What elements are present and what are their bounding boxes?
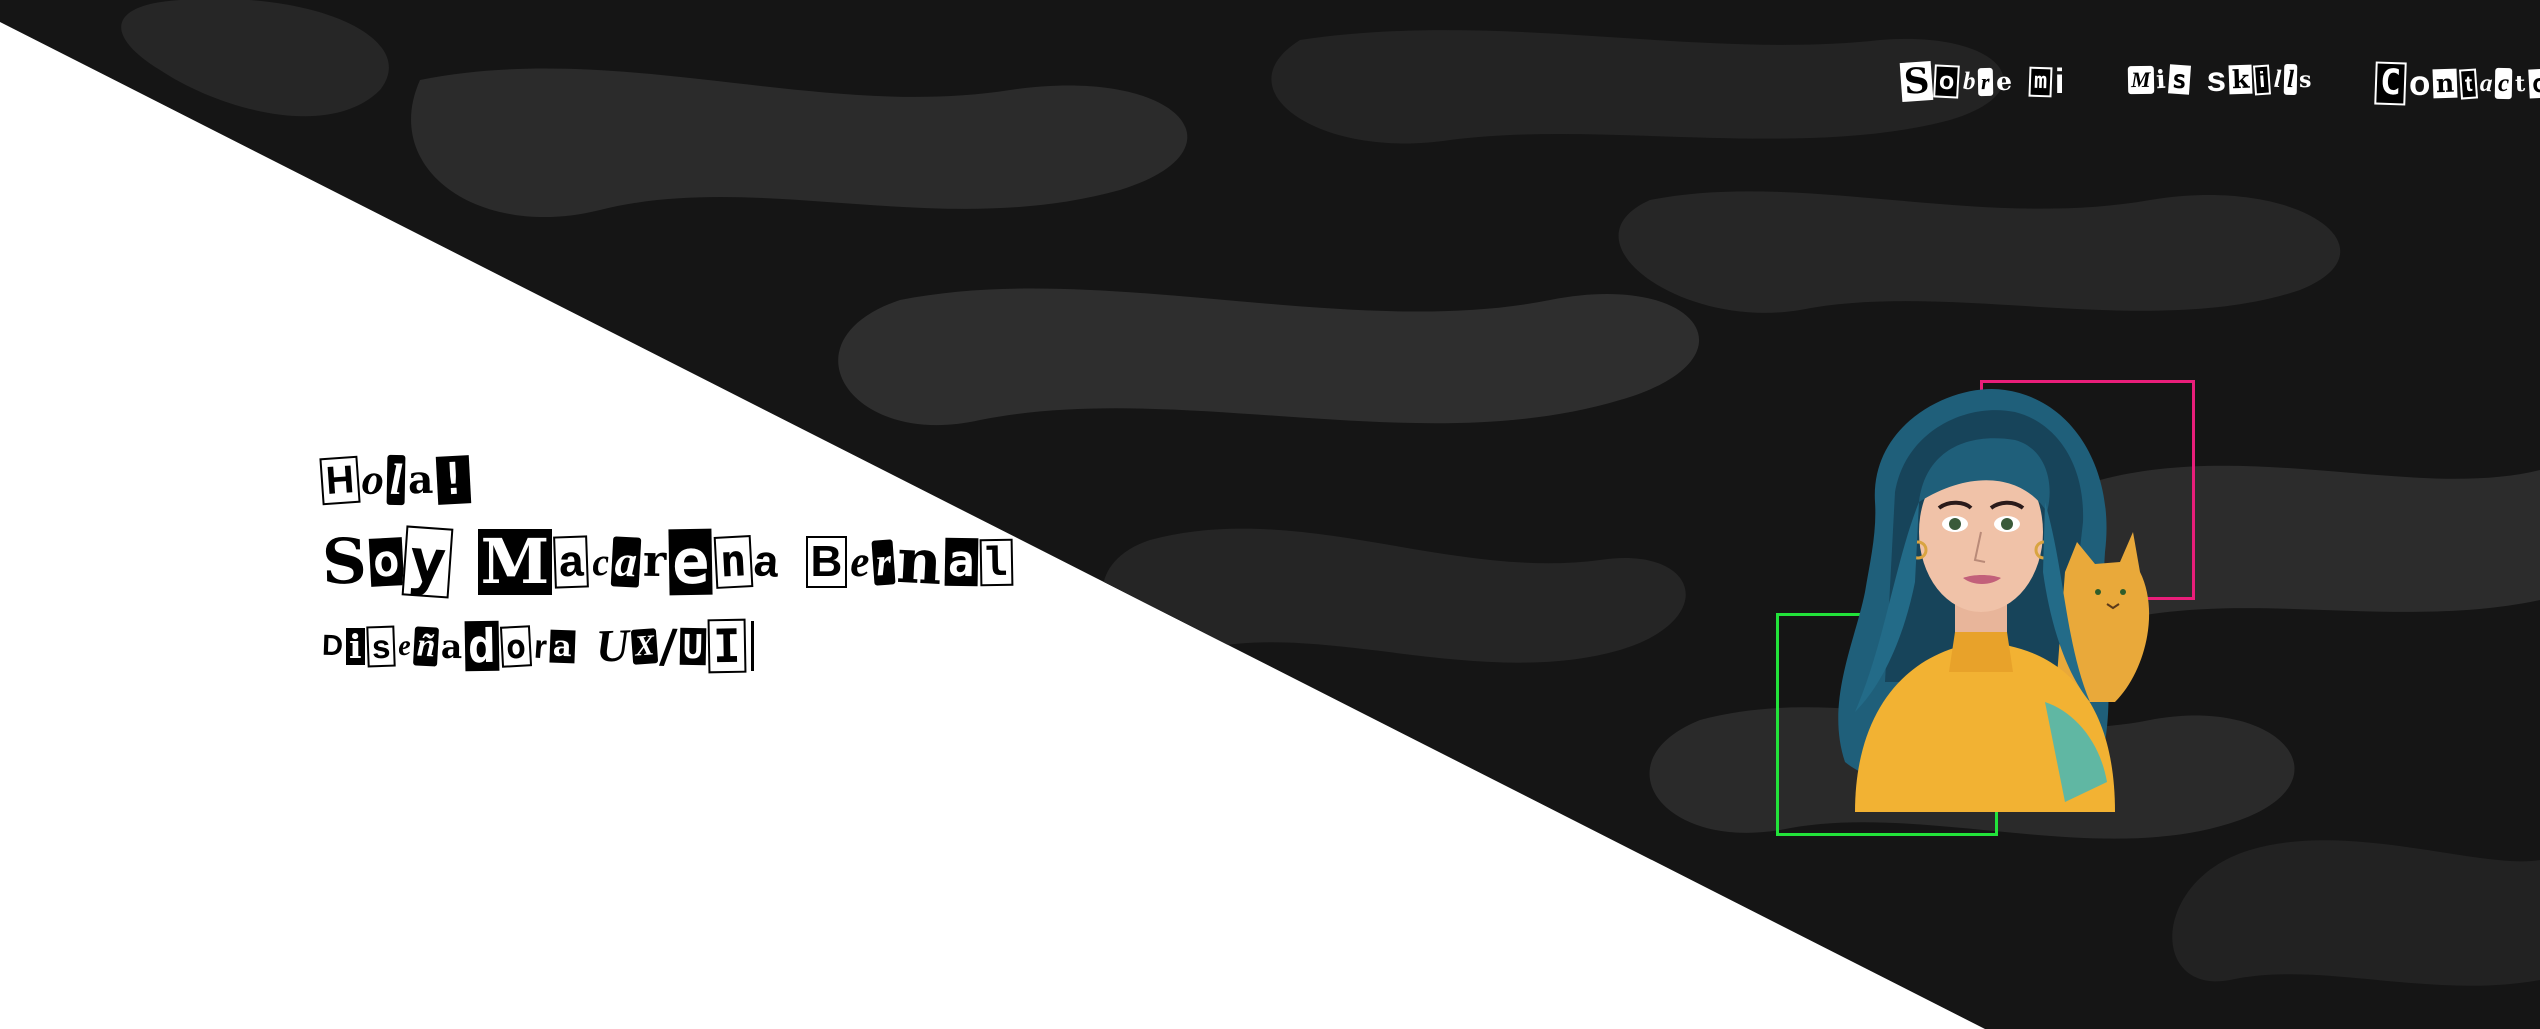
nav-link-about[interactable]: Sobre mi [1899,60,2067,105]
hero-text: Hol a! So y Ma care n a Berna l Diseñadora U X/… [319,453,1014,695]
typing-cursor [750,621,754,671]
nav-link-contact[interactable]: Contacto [2374,61,2540,106]
nav-link-skills[interactable]: Mis skills [2127,62,2314,105]
hero-role: Diseñadora U X/U I [320,619,747,673]
hero-intro: So y Ma care n a Berna l [320,524,1014,599]
main-nav: Sobre mi Mis skills Contacto [1899,60,2540,106]
hero-greeting: Hol a! [319,453,1014,506]
avatar-block [1760,370,2200,840]
nav-link-skills-label: Mis skills [2127,62,2314,97]
nav-link-about-label: Sobre mi [1899,60,2067,103]
nav-link-contact-label: Contacto [2374,61,2540,106]
avatar-illustration-icon [1838,388,2150,812]
page: Sobre mi Mis skills Contacto Hol a! So y M… [0,0,2540,1029]
hero-role-line: Diseñadora U X/U I [320,619,1014,673]
